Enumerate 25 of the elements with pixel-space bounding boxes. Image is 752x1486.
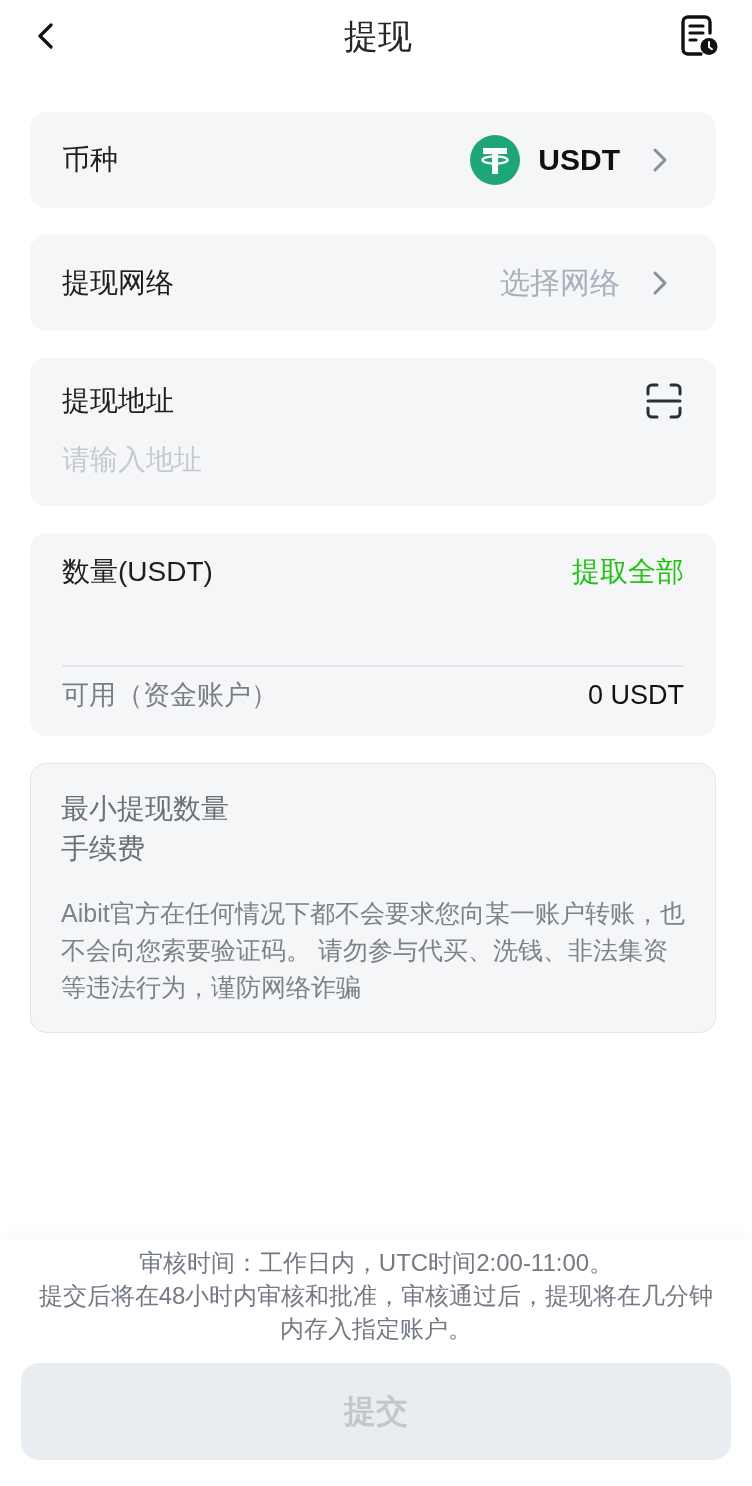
tether-coin-icon <box>470 135 521 185</box>
coin-label: 币种 <box>62 143 118 177</box>
info-line: 最小提现数量 <box>61 792 229 826</box>
scan-icon <box>646 383 682 419</box>
available-balance: 0 USDT <box>587 679 684 711</box>
coin-value: USDT <box>538 143 620 177</box>
chevron-right-icon <box>652 147 668 173</box>
info-line: 手续费 <box>61 832 145 866</box>
history-button[interactable] <box>680 14 718 56</box>
document-clock-icon <box>680 14 718 56</box>
amount-label: 数量(USDT) <box>62 555 213 589</box>
available-label: 可用（资金账户） <box>62 679 278 712</box>
page-title: 提现 <box>343 15 412 57</box>
scan-button[interactable] <box>646 383 682 419</box>
security-notice: Aibit官方在任何情况下都不会要求您向某一账户转账，也不会向您索要验证码。 请勿参与代买、洗钱、非法集资等违法行为，谨防网络诈骗 <box>61 898 686 1003</box>
back-button[interactable] <box>37 23 53 49</box>
network-placeholder: 选择网络 <box>500 264 620 301</box>
review-notice: 审核时间：工作日内，UTC时间2:00-11:00。 <box>138 1248 614 1278</box>
address-label: 提现地址 <box>62 384 174 418</box>
network-label: 提现网络 <box>62 266 174 300</box>
back-chevron-icon <box>37 23 53 49</box>
coin-selector[interactable]: 币种 USDT <box>30 112 716 208</box>
network-selector[interactable]: 提现网络 选择网络 <box>30 235 716 331</box>
chevron-right-icon <box>652 270 668 296</box>
review-notice: 提交后将在48小时内审核和批准，审核通过后，提现将在几分钟内存入指定账户。 <box>37 1281 715 1344</box>
